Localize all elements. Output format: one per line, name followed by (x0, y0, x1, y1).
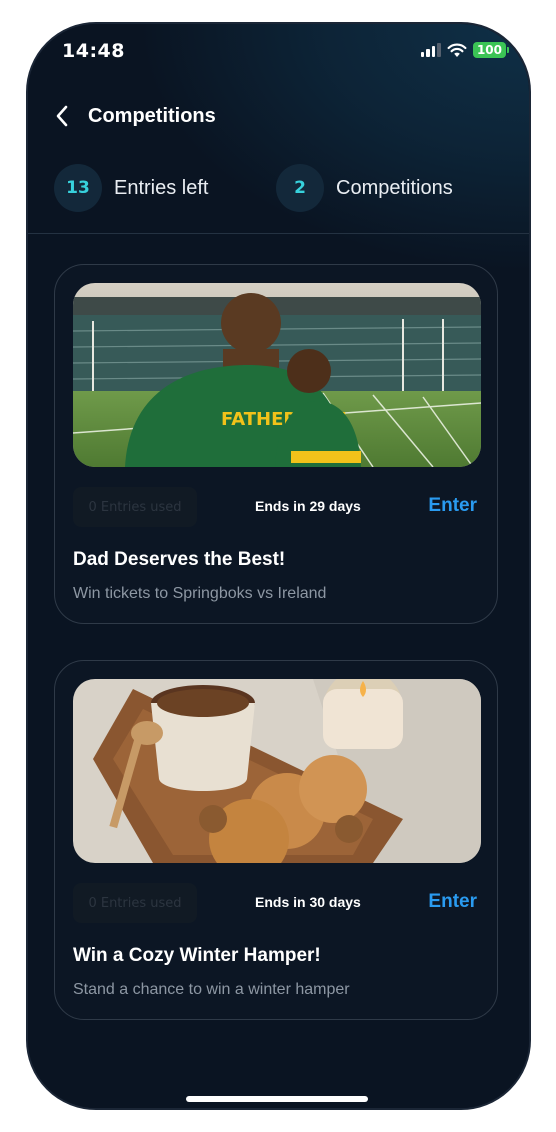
wifi-icon (447, 43, 467, 57)
page-title: Competitions (88, 104, 216, 127)
competition-card[interactable]: FATHER SON 0 Entries used Ends in 29 day… (54, 264, 498, 624)
competition-image-hamper (73, 679, 481, 863)
card-title: Dad Deserves the Best! (73, 549, 286, 570)
status-time: 14:48 (62, 40, 125, 62)
competitions-count: 2 (276, 164, 324, 212)
phone-frame: 14:48 100 Competitions 13 Entries left 2 (26, 22, 531, 1110)
entries-left-label: Entries left (114, 176, 209, 199)
battery-icon: 100 (472, 42, 506, 58)
entries-used-badge: 0 Entries used (73, 487, 197, 527)
header: Competitions (52, 102, 216, 130)
home-indicator[interactable] (186, 1096, 368, 1102)
battery-tip (507, 47, 509, 53)
header-divider (28, 233, 529, 234)
card-subtitle: Stand a chance to win a winter hamper (73, 981, 350, 998)
status-bar: 14:48 100 (28, 38, 529, 66)
enter-button[interactable]: Enter (428, 495, 477, 517)
back-icon[interactable] (52, 102, 72, 130)
ends-in-label: Ends in 30 days (255, 894, 361, 910)
entries-used-badge: 0 Entries used (73, 883, 197, 923)
ends-in-label: Ends in 29 days (255, 498, 361, 514)
card-subtitle: Win tickets to Springboks vs Ireland (73, 585, 327, 602)
competition-card[interactable]: 0 Entries used Ends in 30 days Enter Win… (54, 660, 498, 1020)
entries-left-count: 13 (54, 164, 102, 212)
competitions-stat: 2 Competitions (276, 164, 453, 212)
signal-icon (420, 43, 441, 57)
stats-row: 13 Entries left 2 Competitions (54, 164, 514, 214)
competitions-label: Competitions (336, 176, 453, 199)
enter-button[interactable]: Enter (428, 891, 477, 913)
competition-image-stadium: FATHER SON (73, 283, 481, 467)
status-icons: 100 (420, 42, 509, 58)
entries-left-stat: 13 Entries left (54, 164, 208, 212)
card-title: Win a Cozy Winter Hamper! (73, 945, 321, 966)
